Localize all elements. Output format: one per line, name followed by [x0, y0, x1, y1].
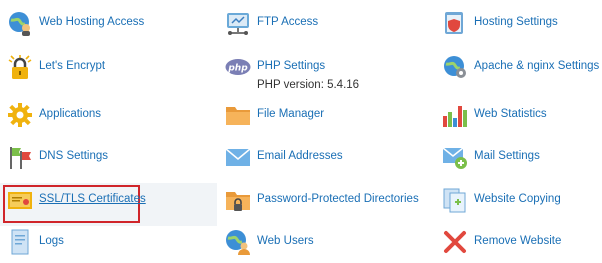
php-settings-link[interactable]: PHP Settings [257, 59, 359, 73]
lock-icon [7, 54, 33, 80]
ftp-folder-icon [225, 10, 251, 36]
web-statistics-item[interactable]: Web Statistics [442, 102, 547, 138]
envelope-icon [225, 144, 251, 170]
folder-icon [225, 102, 251, 128]
ssl-tls-certificates-link[interactable]: SSL/TLS Certificates [39, 192, 146, 206]
ssl-tls-certificates-item[interactable]: SSL/TLS Certificates [7, 187, 146, 223]
web-users-icon [225, 229, 251, 255]
log-document-icon [7, 229, 33, 255]
php-settings-item[interactable]: php PHP Settings PHP version: 5.4.16 [225, 54, 360, 91]
bar-chart-icon [442, 102, 468, 128]
apache-nginx-settings-link[interactable]: Apache & nginx Settings [474, 59, 599, 73]
svg-text:php: php [227, 64, 248, 74]
copy-pages-icon [442, 187, 468, 213]
red-x-icon [442, 229, 468, 255]
email-addresses-link[interactable]: Email Addresses [257, 149, 343, 163]
globe-user-icon [7, 10, 33, 36]
password-protected-directories-item[interactable]: Password-Protected Directories [225, 187, 419, 223]
applications-link[interactable]: Applications [39, 107, 101, 121]
dns-settings-item[interactable]: DNS Settings [7, 144, 108, 180]
logs-item[interactable]: Logs [7, 229, 64, 263]
password-protected-directories-link[interactable]: Password-Protected Directories [257, 192, 419, 206]
mail-settings-icon [442, 144, 468, 170]
web-hosting-access-item[interactable]: Web Hosting Access [7, 10, 144, 46]
remove-website-link[interactable]: Remove Website [474, 234, 561, 248]
logs-link[interactable]: Logs [39, 234, 64, 248]
certificate-icon [7, 187, 33, 213]
gear-icon [7, 102, 33, 128]
ftp-access-link[interactable]: FTP Access [257, 15, 318, 29]
hosting-settings-icon [442, 10, 468, 36]
php-version-text: PHP version: 5.4.16 [257, 79, 360, 91]
lets-encrypt-link[interactable]: Let's Encrypt [39, 59, 105, 73]
apache-nginx-settings-item[interactable]: Apache & nginx Settings [442, 54, 599, 90]
php-icon: php [225, 54, 251, 80]
mail-settings-item[interactable]: Mail Settings [442, 144, 540, 180]
dns-settings-link[interactable]: DNS Settings [39, 149, 108, 163]
file-manager-link[interactable]: File Manager [257, 107, 324, 121]
website-copying-item[interactable]: Website Copying [442, 187, 561, 223]
web-hosting-access-link[interactable]: Web Hosting Access [39, 15, 144, 29]
locked-folder-icon [225, 187, 251, 213]
web-users-item[interactable]: Web Users [225, 229, 314, 263]
flags-icon [7, 144, 33, 170]
applications-item[interactable]: Applications [7, 102, 101, 138]
email-addresses-item[interactable]: Email Addresses [225, 144, 343, 180]
web-statistics-link[interactable]: Web Statistics [474, 107, 547, 121]
web-users-link[interactable]: Web Users [257, 234, 314, 248]
lets-encrypt-item[interactable]: Let's Encrypt [7, 54, 105, 90]
ftp-access-item[interactable]: FTP Access [225, 10, 318, 46]
hosting-settings-item[interactable]: Hosting Settings [442, 10, 558, 46]
file-manager-item[interactable]: File Manager [225, 102, 324, 138]
website-copying-link[interactable]: Website Copying [474, 192, 561, 206]
hosting-tools-grid: Web Hosting Access FTP Access Hosting Se… [0, 0, 602, 263]
mail-settings-link[interactable]: Mail Settings [474, 149, 540, 163]
remove-website-item[interactable]: Remove Website [442, 229, 561, 263]
hosting-settings-link[interactable]: Hosting Settings [474, 15, 558, 29]
apache-settings-icon [442, 54, 468, 80]
